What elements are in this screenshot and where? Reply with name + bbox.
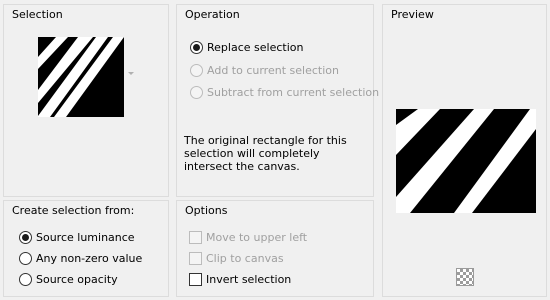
- invert-selection-checkbox[interactable]: Invert selection: [189, 271, 291, 287]
- radio-indicator[interactable]: [19, 230, 32, 244]
- clip-to-canvas-checkbox[interactable]: Clip to canvas: [189, 250, 284, 266]
- add-to-selection-label: Add to current selection: [207, 63, 339, 77]
- source-opacity-label: Source opacity: [36, 272, 118, 286]
- selection-thumbnail-dropdown[interactable]: [38, 37, 124, 117]
- checkbox-box[interactable]: [189, 272, 202, 286]
- any-nonzero-value-label: Any non-zero value: [36, 251, 143, 265]
- checkbox-box[interactable]: [189, 230, 202, 244]
- chevron-down-icon[interactable]: [128, 72, 134, 75]
- operation-group-title: Operation: [185, 8, 240, 21]
- radio-indicator[interactable]: [19, 272, 32, 286]
- checkbox-box[interactable]: [189, 251, 202, 265]
- source-opacity-radio[interactable]: Source opacity: [19, 271, 118, 287]
- subtract-from-selection-radio[interactable]: Subtract from current selection: [190, 84, 379, 100]
- operation-info-text: The original rectangle for this selectio…: [184, 134, 347, 173]
- invert-selection-label: Invert selection: [206, 272, 292, 286]
- create-selection-from-title: Create selection from:: [12, 204, 135, 217]
- any-nonzero-value-radio[interactable]: Any non-zero value: [19, 250, 142, 266]
- clip-to-canvas-label: Clip to canvas: [206, 251, 284, 265]
- preview-group-title: Preview: [391, 8, 434, 21]
- radio-indicator[interactable]: [190, 40, 203, 54]
- radio-indicator[interactable]: [190, 63, 203, 77]
- radio-indicator[interactable]: [190, 85, 203, 99]
- source-luminance-radio[interactable]: Source luminance: [19, 229, 135, 245]
- move-to-upper-left-label: Move to upper left: [206, 230, 308, 244]
- selection-group-title: Selection: [12, 8, 63, 21]
- replace-selection-radio[interactable]: Replace selection: [190, 39, 303, 55]
- preview-image-graphic: [396, 109, 536, 213]
- add-to-selection-radio[interactable]: Add to current selection: [190, 62, 339, 78]
- source-luminance-label: Source luminance: [36, 230, 135, 244]
- preview-image: [396, 109, 536, 213]
- subtract-from-selection-label: Subtract from current selection: [207, 85, 380, 99]
- options-group-title: Options: [185, 204, 228, 217]
- checkerboard-icon[interactable]: [456, 268, 474, 286]
- selection-thumbnail-image: [38, 37, 124, 117]
- replace-selection-label: Replace selection: [207, 40, 304, 54]
- radio-indicator[interactable]: [19, 251, 32, 265]
- move-to-upper-left-checkbox[interactable]: Move to upper left: [189, 229, 307, 245]
